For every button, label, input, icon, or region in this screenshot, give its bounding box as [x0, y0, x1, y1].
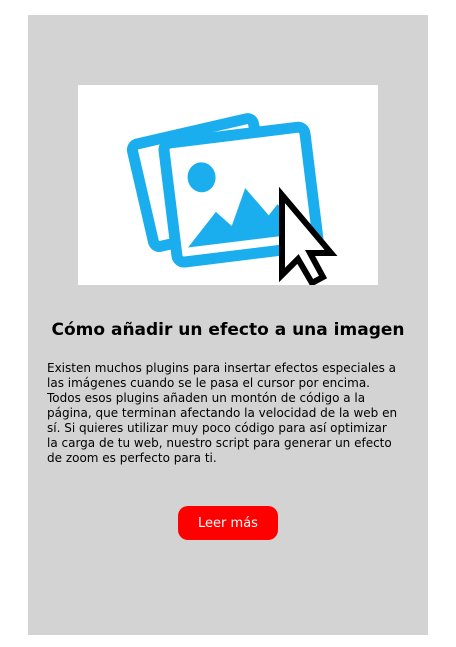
- photo-gallery-with-cursor-icon: [126, 113, 338, 285]
- card-description: Existen muchos plugins para insertar efe…: [47, 361, 398, 465]
- card-title: Cómo añadir un efecto a una imagen: [51, 320, 405, 340]
- article-card: Cómo añadir un efecto a una imagen Exist…: [28, 15, 428, 635]
- read-more-button[interactable]: Leer más: [178, 506, 278, 540]
- card-image: [78, 85, 378, 285]
